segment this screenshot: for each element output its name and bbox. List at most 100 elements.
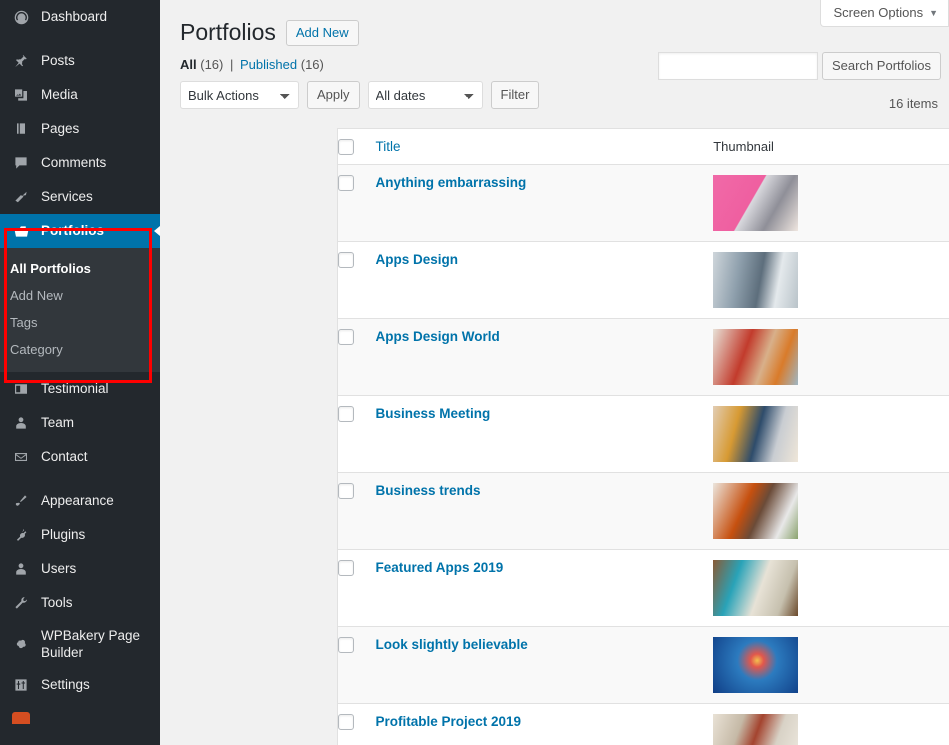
wrench-icon: [10, 593, 32, 613]
row-select-cell: [337, 549, 376, 627]
row-checkbox[interactable]: [338, 637, 354, 654]
pages-icon: [10, 119, 32, 139]
sidebar-item-label: Services: [41, 189, 93, 204]
row-checkbox[interactable]: [338, 483, 354, 500]
dashboard-icon: [10, 7, 32, 27]
submenu-item-tags[interactable]: Tags: [0, 309, 160, 336]
row-checkbox[interactable]: [338, 406, 354, 423]
row-title-cell: Apps Design World: [375, 318, 714, 396]
sidebar-item-dashboard[interactable]: Dashboard: [0, 0, 160, 34]
sidebar-item-contact[interactable]: Contact: [0, 440, 160, 474]
table-head: Title Thumbnail Date: [337, 128, 949, 165]
sidebar-divider: [0, 474, 160, 484]
sidebar-item-team[interactable]: Team: [0, 406, 160, 440]
screen-options-tab[interactable]: Screen Options ▼: [820, 0, 949, 27]
thumbnail-image: [713, 713, 799, 745]
row-select-cell: [337, 703, 376, 745]
row-checkbox[interactable]: [338, 329, 354, 346]
sidebar-item-plugins[interactable]: Plugins: [0, 518, 160, 552]
sidebar-item-media[interactable]: Media: [0, 78, 160, 112]
row-title-cell: Featured Apps 2019: [375, 549, 714, 627]
settings-icon: [10, 675, 32, 695]
sidebar-item-portfolios[interactable]: Portfolios: [0, 214, 160, 248]
wpbakery-icon: [10, 634, 32, 654]
items-count: 16 items: [888, 96, 938, 111]
sidebar-item-partial-icon: [12, 712, 30, 724]
bulk-actions-select[interactable]: Bulk ActionsEditMove to Trash: [180, 81, 299, 109]
date-filter-select[interactable]: All datesFebruary 2019: [367, 81, 483, 109]
filter-button[interactable]: Filter: [490, 81, 540, 109]
table-body: Anything embarrassingPublished2019/02/20…: [337, 164, 949, 745]
row-title-link[interactable]: Business trends: [375, 483, 480, 498]
sort-by-title-link[interactable]: Title: [375, 139, 400, 154]
row-title-cell: Apps Design: [375, 241, 714, 319]
user-icon: [10, 413, 32, 433]
search-submit-button[interactable]: Search Portfolios: [822, 52, 941, 80]
row-title-cell: Business Meeting: [375, 395, 714, 473]
row-select-cell: [337, 626, 376, 704]
row-checkbox[interactable]: [338, 252, 354, 269]
portfolios-table: Title Thumbnail Date Anything embarrassi…: [337, 128, 949, 745]
sidebar-item-testimonial[interactable]: Testimonial: [0, 372, 160, 406]
submenu-item-all-portfolios[interactable]: All Portfolios: [0, 255, 160, 282]
row-thumbnail-cell: [713, 703, 949, 745]
search-input[interactable]: [658, 52, 818, 80]
row-checkbox[interactable]: [338, 175, 354, 192]
row-thumbnail-cell: [713, 164, 949, 242]
sidebar-item-users[interactable]: Users: [0, 552, 160, 586]
sidebar-item-label: Tools: [41, 595, 73, 610]
row-title-link[interactable]: Featured Apps 2019: [375, 560, 503, 575]
sidebar-item-label: Users: [41, 561, 77, 576]
sidebar-item-appearance[interactable]: Appearance: [0, 484, 160, 518]
search-box: Search Portfolios: [658, 52, 941, 80]
sidebar-item-services[interactable]: Services: [0, 180, 160, 214]
row-title-link[interactable]: Anything embarrassing: [375, 175, 526, 190]
thumbnail-image: [713, 328, 799, 385]
row-thumbnail-cell: [713, 395, 949, 473]
row-title-link[interactable]: Business Meeting: [375, 406, 490, 421]
select-all-checkbox[interactable]: [338, 138, 354, 155]
column-label-thumbnail: Thumbnail: [713, 138, 774, 154]
row-title-link[interactable]: Look slightly believable: [375, 637, 527, 652]
media-icon: [10, 85, 32, 105]
row-thumbnail-cell: [713, 241, 949, 319]
filter-link-all[interactable]: All: [180, 57, 197, 72]
sidebar-item-tools[interactable]: Tools: [0, 586, 160, 620]
row-title-link[interactable]: Apps Design World: [375, 329, 499, 344]
row-title-link[interactable]: Profitable Project 2019: [375, 714, 521, 729]
table-row: Business MeetingPublished2019/02/20: [337, 395, 949, 473]
sidebar-item-pages[interactable]: Pages: [0, 112, 160, 146]
wp-admin-screen: Dashboard Posts Media Pages Comments Ser…: [0, 0, 949, 745]
main-content: Screen Options ▼ Portfolios Add New All …: [160, 0, 949, 745]
submenu-item-add-new[interactable]: Add New: [0, 282, 160, 309]
comments-icon: [10, 153, 32, 173]
row-checkbox[interactable]: [338, 714, 354, 731]
submenu-item-category[interactable]: Category: [0, 336, 160, 363]
sidebar-item-label: Portfolios: [41, 223, 104, 238]
add-new-button[interactable]: Add New: [285, 19, 359, 46]
row-title-cell: Business trends: [375, 472, 714, 550]
sidebar-item-settings[interactable]: Settings: [0, 668, 160, 702]
testimonial-icon: [10, 379, 32, 399]
sidebar-item-label: Team: [41, 415, 75, 430]
sidebar-item-comments[interactable]: Comments: [0, 146, 160, 180]
row-thumbnail-cell: [713, 472, 949, 550]
portfolios-submenu: All Portfolios Add New Tags Category: [0, 248, 160, 372]
sidebar-item-wpbakery-page-builder[interactable]: WPBakery Page Builder: [0, 620, 160, 668]
sidebar-item-label: WPBakery Page Builder: [41, 628, 141, 660]
sidebar-item-label: Plugins: [41, 527, 86, 542]
row-title-link[interactable]: Apps Design: [375, 252, 458, 267]
filter-link-published[interactable]: Published: [240, 57, 297, 72]
select-all-header: [337, 128, 376, 165]
filter-count-all: (16): [200, 57, 224, 72]
row-select-cell: [337, 164, 376, 242]
row-select-cell: [337, 241, 376, 319]
portfolio-icon: [10, 221, 32, 241]
apply-button[interactable]: Apply: [307, 81, 360, 109]
screen-options-label: Screen Options: [833, 5, 924, 20]
row-checkbox[interactable]: [338, 560, 354, 577]
sidebar-item-label: Contact: [41, 449, 88, 464]
sidebar-item-posts[interactable]: Posts: [0, 44, 160, 78]
table-row: Look slightly believablePublished2019/02…: [337, 626, 949, 704]
plug-icon: [10, 525, 32, 545]
